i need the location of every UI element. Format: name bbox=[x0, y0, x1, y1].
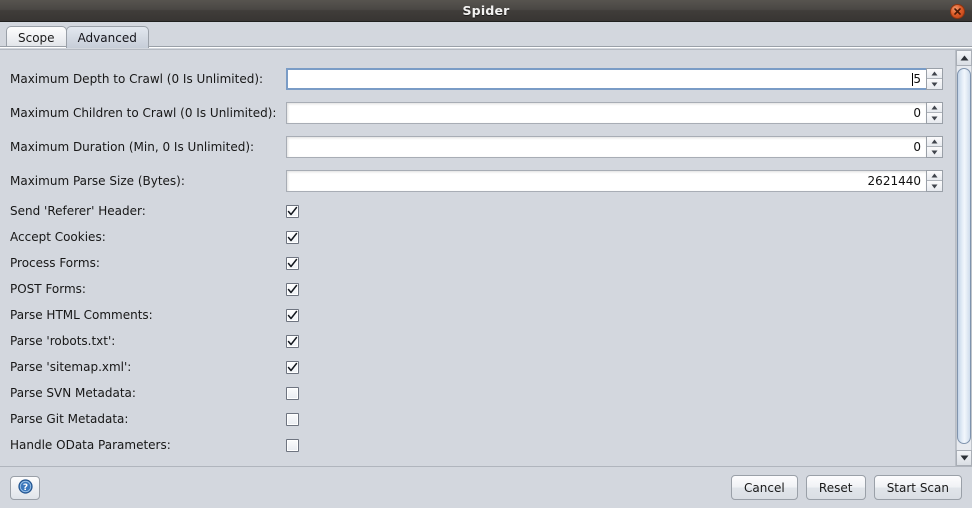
checkbox-wrap-handle-odata-parameters bbox=[286, 438, 299, 452]
checkbox-wrap-post-forms bbox=[286, 282, 299, 296]
label-process-forms: Process Forms: bbox=[10, 256, 100, 270]
checkbox-parse-sitemap-xml[interactable] bbox=[286, 360, 299, 374]
spinner-down-icon[interactable] bbox=[927, 113, 942, 123]
spinner-buttons-max-duration bbox=[926, 136, 943, 158]
label-parse-svn-metadata: Parse SVN Metadata: bbox=[10, 386, 136, 400]
label-parse-git-metadata: Parse Git Metadata: bbox=[10, 412, 129, 426]
checkbox-accept-cookies[interactable] bbox=[286, 230, 299, 244]
settings-form: Maximum Depth to Crawl (0 Is Unlimited):… bbox=[0, 50, 955, 466]
tab-advanced-label: Advanced bbox=[77, 30, 137, 45]
field-row-process-forms: Process Forms: bbox=[0, 250, 951, 276]
input-max-duration[interactable]: 0 bbox=[286, 136, 926, 158]
scroll-down-arrow-icon[interactable] bbox=[956, 450, 972, 466]
checkbox-wrap-parse-html-comments bbox=[286, 308, 299, 322]
field-row-max-children: Maximum Children to Crawl (0 Is Unlimite… bbox=[0, 96, 951, 130]
dialog-footer: ? Cancel Reset Start Scan bbox=[0, 466, 972, 508]
input-max-children-value: 0 bbox=[913, 106, 921, 120]
advanced-settings-panel: Maximum Depth to Crawl (0 Is Unlimited):… bbox=[0, 49, 972, 466]
spinner-max-parse-size[interactable]: 2621440 bbox=[286, 170, 943, 192]
field-row-accept-cookies: Accept Cookies: bbox=[0, 224, 951, 250]
label-send-referer: Send 'Referer' Header: bbox=[10, 204, 146, 218]
footer-button-group: Cancel Reset Start Scan bbox=[731, 475, 962, 500]
spinner-up-icon[interactable] bbox=[927, 137, 942, 147]
tab-scope-label: Scope bbox=[18, 30, 55, 45]
spinner-up-icon[interactable] bbox=[927, 103, 942, 113]
close-icon[interactable] bbox=[950, 4, 965, 19]
tab-advanced[interactable]: Advanced bbox=[65, 26, 149, 48]
scrollbar-thumb[interactable] bbox=[957, 68, 971, 444]
tab-scope[interactable]: Scope bbox=[6, 26, 67, 48]
checkbox-wrap-parse-git-metadata bbox=[286, 412, 299, 426]
input-max-depth-value: 5 bbox=[913, 72, 921, 86]
field-row-handle-odata-parameters: Handle OData Parameters: bbox=[0, 432, 951, 458]
field-row-max-duration: Maximum Duration (Min, 0 Is Unlimited): … bbox=[0, 130, 951, 164]
vertical-scrollbar[interactable] bbox=[955, 50, 972, 466]
spinner-down-icon[interactable] bbox=[927, 181, 942, 191]
checkbox-wrap-parse-svn-metadata bbox=[286, 386, 299, 400]
checkbox-post-forms[interactable] bbox=[286, 282, 299, 296]
label-max-depth: Maximum Depth to Crawl (0 Is Unlimited): bbox=[10, 72, 264, 86]
label-parse-robots-txt: Parse 'robots.txt': bbox=[10, 334, 116, 348]
label-accept-cookies: Accept Cookies: bbox=[10, 230, 106, 244]
label-max-children: Maximum Children to Crawl (0 Is Unlimite… bbox=[10, 106, 277, 120]
field-row-parse-html-comments: Parse HTML Comments: bbox=[0, 302, 951, 328]
label-max-parse-size: Maximum Parse Size (Bytes): bbox=[10, 174, 185, 188]
field-row-parse-robots-txt: Parse 'robots.txt': bbox=[0, 328, 951, 354]
tab-strip: Scope Advanced bbox=[0, 22, 972, 48]
checkbox-parse-robots-txt[interactable] bbox=[286, 334, 299, 348]
checkbox-wrap-parse-robots-txt bbox=[286, 334, 299, 348]
spinner-up-icon[interactable] bbox=[927, 171, 942, 181]
checkbox-wrap-accept-cookies bbox=[286, 230, 299, 244]
field-row-post-forms: POST Forms: bbox=[0, 276, 951, 302]
checkbox-parse-html-comments[interactable] bbox=[286, 308, 299, 322]
help-button[interactable]: ? bbox=[10, 475, 40, 500]
label-handle-odata-parameters: Handle OData Parameters: bbox=[10, 438, 171, 452]
input-max-duration-value: 0 bbox=[913, 140, 921, 154]
field-row-parse-sitemap-xml: Parse 'sitemap.xml': bbox=[0, 354, 951, 380]
spinner-max-duration[interactable]: 0 bbox=[286, 136, 943, 158]
checkbox-parse-svn-metadata[interactable] bbox=[286, 386, 299, 400]
window-titlebar: Spider bbox=[0, 0, 972, 22]
spinner-buttons-max-children bbox=[926, 102, 943, 124]
spinner-buttons-max-depth bbox=[926, 68, 943, 90]
spinner-down-icon[interactable] bbox=[927, 147, 942, 157]
field-row-max-depth: Maximum Depth to Crawl (0 Is Unlimited):… bbox=[0, 62, 951, 96]
checkbox-send-referer[interactable] bbox=[286, 204, 299, 218]
checkbox-handle-odata-parameters[interactable] bbox=[286, 438, 299, 452]
spinner-buttons-max-parse-size bbox=[926, 170, 943, 192]
spinner-down-icon[interactable] bbox=[927, 79, 942, 89]
label-post-forms: POST Forms: bbox=[10, 282, 86, 296]
scrollbar-track[interactable] bbox=[956, 66, 972, 450]
cancel-button[interactable]: Cancel bbox=[731, 475, 798, 500]
label-parse-sitemap-xml: Parse 'sitemap.xml': bbox=[10, 360, 132, 374]
field-row-max-parse-size: Maximum Parse Size (Bytes): 2621440 bbox=[0, 164, 951, 198]
label-parse-html-comments: Parse HTML Comments: bbox=[10, 308, 153, 322]
checkbox-process-forms[interactable] bbox=[286, 256, 299, 270]
help-question-icon: ? bbox=[17, 478, 33, 497]
spinner-up-icon[interactable] bbox=[927, 69, 942, 79]
label-max-duration: Maximum Duration (Min, 0 Is Unlimited): bbox=[10, 140, 255, 154]
scroll-up-arrow-icon[interactable] bbox=[956, 50, 972, 66]
spinner-max-children[interactable]: 0 bbox=[286, 102, 943, 124]
field-row-parse-svn-metadata: Parse SVN Metadata: bbox=[0, 380, 951, 406]
input-max-parse-size-value: 2621440 bbox=[867, 174, 921, 188]
checkbox-wrap-send-referer bbox=[286, 204, 299, 218]
field-row-parse-git-metadata: Parse Git Metadata: bbox=[0, 406, 951, 432]
spinner-max-depth[interactable]: 5 bbox=[286, 68, 943, 90]
checkbox-parse-git-metadata[interactable] bbox=[286, 412, 299, 426]
reset-button[interactable]: Reset bbox=[805, 475, 866, 500]
input-max-depth[interactable]: 5 bbox=[286, 68, 926, 90]
svg-text:?: ? bbox=[22, 483, 27, 493]
input-max-children[interactable]: 0 bbox=[286, 102, 926, 124]
checkbox-wrap-parse-sitemap-xml bbox=[286, 360, 299, 374]
checkbox-wrap-process-forms bbox=[286, 256, 299, 270]
start-scan-button[interactable]: Start Scan bbox=[873, 475, 962, 500]
window-title: Spider bbox=[462, 3, 510, 18]
input-max-parse-size[interactable]: 2621440 bbox=[286, 170, 926, 192]
field-row-send-referer: Send 'Referer' Header: bbox=[0, 198, 951, 224]
